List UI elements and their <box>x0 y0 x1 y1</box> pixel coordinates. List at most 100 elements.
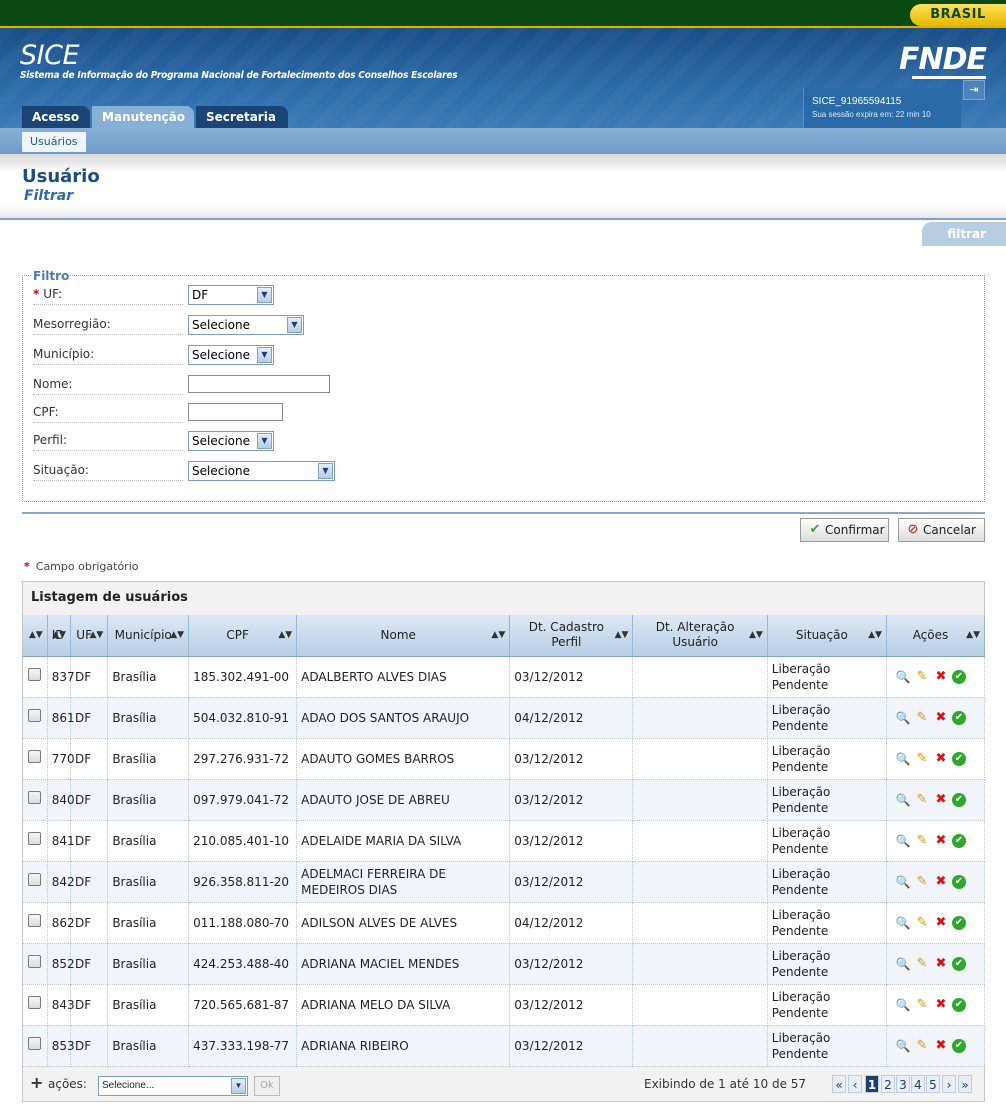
delete-icon[interactable]: ✖ <box>933 956 949 972</box>
pager-page-3[interactable]: 3 <box>896 1075 910 1093</box>
view-icon[interactable]: 🔍 <box>895 669 911 685</box>
pager-prev[interactable]: ‹ <box>848 1075 862 1093</box>
table-row[interactable]: 852 DF Brasília 424.253.488-40 ADRIANA MACIE… <box>23 943 986 985</box>
brasil-badge[interactable]: BRASIL <box>910 4 1006 26</box>
bulk-actions-ok-button[interactable]: Ok <box>254 1076 280 1096</box>
edit-icon[interactable]: ✎ <box>914 915 930 931</box>
column-header-select[interactable]: ▲▼ <box>23 615 48 657</box>
delete-icon[interactable]: ✖ <box>933 874 949 890</box>
view-icon[interactable]: 🔍 <box>895 1038 911 1054</box>
column-header-dt-alteracao[interactable]: Dt. Alteração Usuário ▲▼ <box>632 615 768 657</box>
municipio-select[interactable]: Selecione ▼ <box>188 345 274 365</box>
edit-icon[interactable]: ✎ <box>914 874 930 890</box>
table-row[interactable]: 861 DF Brasília 504.032.810-91 ADAO DOS SANT… <box>23 697 986 739</box>
view-icon[interactable]: 🔍 <box>895 751 911 767</box>
delete-icon[interactable]: ✖ <box>933 792 949 808</box>
table-row[interactable]: 843 DF Brasília 720.565.681-87 ADRIANA MELO … <box>23 984 986 1026</box>
pager-page-1[interactable]: 1 <box>865 1075 879 1093</box>
column-header-id[interactable]: ID ▲▼ <box>47 615 71 657</box>
row-checkbox[interactable] <box>28 955 42 968</box>
column-header-situacao[interactable]: Situação ▲▼ <box>767 615 887 657</box>
fnde-logo[interactable]: FNDE <box>899 42 987 77</box>
situacao-select[interactable]: Selecione ▼ <box>188 461 335 481</box>
column-header-uf[interactable]: UF ▲▼ <box>70 615 109 657</box>
edit-icon[interactable]: ✎ <box>914 792 930 808</box>
view-icon[interactable]: 🔍 <box>895 915 911 931</box>
table-row[interactable]: 853 DF Brasília 437.333.198-77 ADRIANA RIBEI… <box>23 1025 986 1067</box>
row-checkbox[interactable] <box>28 873 42 886</box>
view-icon[interactable]: 🔍 <box>895 956 911 972</box>
row-checkbox[interactable] <box>28 832 42 845</box>
row-checkbox[interactable] <box>28 914 42 927</box>
edit-icon[interactable]: ✎ <box>914 669 930 685</box>
approve-icon[interactable]: ✔ <box>951 669 966 684</box>
row-checkbox[interactable] <box>28 1037 42 1050</box>
nome-input[interactable] <box>188 375 330 393</box>
approve-icon[interactable]: ✔ <box>951 751 966 766</box>
edit-icon[interactable]: ✎ <box>914 710 930 726</box>
view-icon[interactable]: 🔍 <box>895 997 911 1013</box>
delete-icon[interactable]: ✖ <box>933 751 949 767</box>
approve-icon[interactable]: ✔ <box>951 833 966 848</box>
tab-acesso[interactable]: Acesso <box>22 106 90 128</box>
pager-last[interactable]: » <box>958 1075 972 1093</box>
delete-icon[interactable]: ✖ <box>933 833 949 849</box>
tab-secretaria[interactable]: Secretaria <box>196 106 288 128</box>
view-icon[interactable]: 🔍 <box>895 792 911 808</box>
table-row[interactable]: 862 DF Brasília 011.188.080-70 ADILSON ALVES… <box>23 902 986 944</box>
column-header-nome[interactable]: Nome ▲▼ <box>296 615 511 657</box>
column-header-municipio[interactable]: Município ▲▼ <box>107 615 190 657</box>
pager-page-2[interactable]: 2 <box>881 1075 895 1093</box>
delete-icon[interactable]: ✖ <box>933 1038 949 1054</box>
app-name[interactable]: SICE <box>20 40 80 71</box>
pager-first[interactable]: « <box>832 1075 846 1093</box>
table-row[interactable]: 837 DF Brasília 185.302.491-00 ADALBERTO ALV… <box>23 656 986 698</box>
view-icon[interactable]: 🔍 <box>895 874 911 890</box>
table-row[interactable]: 841 DF Brasília 210.085.401-10 ADELAIDE MARI… <box>23 820 986 862</box>
perfil-select[interactable]: Selecione ▼ <box>188 431 274 451</box>
table-row[interactable]: 840 DF Brasília 097.979.041-72 ADAUTO JOSE D… <box>23 779 986 821</box>
confirm-button[interactable]: ✔ Confirmar <box>800 518 889 542</box>
delete-icon[interactable]: ✖ <box>933 997 949 1013</box>
approve-icon[interactable]: ✔ <box>951 956 966 971</box>
row-checkbox[interactable] <box>28 709 42 722</box>
filtrar-tab[interactable]: filtrar <box>922 222 1006 246</box>
approve-icon[interactable]: ✔ <box>951 874 966 889</box>
pager-page-4[interactable]: 4 <box>911 1075 925 1093</box>
uf-select[interactable]: DF ▼ <box>188 285 274 305</box>
table-row[interactable]: 770 DF Brasília 297.276.931-72 ADAUTO GOMES … <box>23 738 986 780</box>
mesorregiao-select[interactable]: Selecione ▼ <box>188 315 304 335</box>
expand-actions-icon[interactable]: + <box>30 1073 43 1092</box>
column-header-acoes[interactable]: Ações ▲▼ <box>886 615 986 657</box>
delete-icon[interactable]: ✖ <box>933 710 949 726</box>
edit-icon[interactable]: ✎ <box>914 751 930 767</box>
approve-icon[interactable]: ✔ <box>951 1038 966 1053</box>
pager-page-5[interactable]: 5 <box>926 1075 940 1093</box>
subnav-item-usuarios[interactable]: Usuários <box>22 132 86 152</box>
column-header-dt-cadastro[interactable]: Dt. Cadastro Perfil ▲▼ <box>509 615 634 657</box>
approve-icon[interactable]: ✔ <box>951 710 966 725</box>
delete-icon[interactable]: ✖ <box>933 915 949 931</box>
bulk-actions-select[interactable]: Selecione... ▼ <box>98 1076 248 1096</box>
tab-manutencao[interactable]: Manutenção <box>92 106 194 128</box>
delete-icon[interactable]: ✖ <box>933 669 949 685</box>
row-checkbox[interactable] <box>28 996 42 1009</box>
approve-icon[interactable]: ✔ <box>951 997 966 1012</box>
row-checkbox[interactable] <box>28 750 42 763</box>
approve-icon[interactable]: ✔ <box>951 915 966 930</box>
cancel-button[interactable]: ⊘ Cancelar <box>898 518 985 542</box>
edit-icon[interactable]: ✎ <box>914 997 930 1013</box>
approve-icon[interactable]: ✔ <box>951 792 966 807</box>
row-checkbox[interactable] <box>28 791 42 804</box>
row-checkbox[interactable] <box>28 668 42 681</box>
logout-icon[interactable]: ⇥ <box>963 80 985 100</box>
view-icon[interactable]: 🔍 <box>895 710 911 726</box>
edit-icon[interactable]: ✎ <box>914 956 930 972</box>
pager-next[interactable]: › <box>942 1075 956 1093</box>
edit-icon[interactable]: ✎ <box>914 833 930 849</box>
table-row[interactable]: 842 DF Brasília 926.358.811-20 ADELMACI FERR… <box>23 861 986 903</box>
cpf-input[interactable] <box>188 403 283 421</box>
column-header-cpf[interactable]: CPF ▲▼ <box>188 615 298 657</box>
edit-icon[interactable]: ✎ <box>914 1038 930 1054</box>
view-icon[interactable]: 🔍 <box>895 833 911 849</box>
